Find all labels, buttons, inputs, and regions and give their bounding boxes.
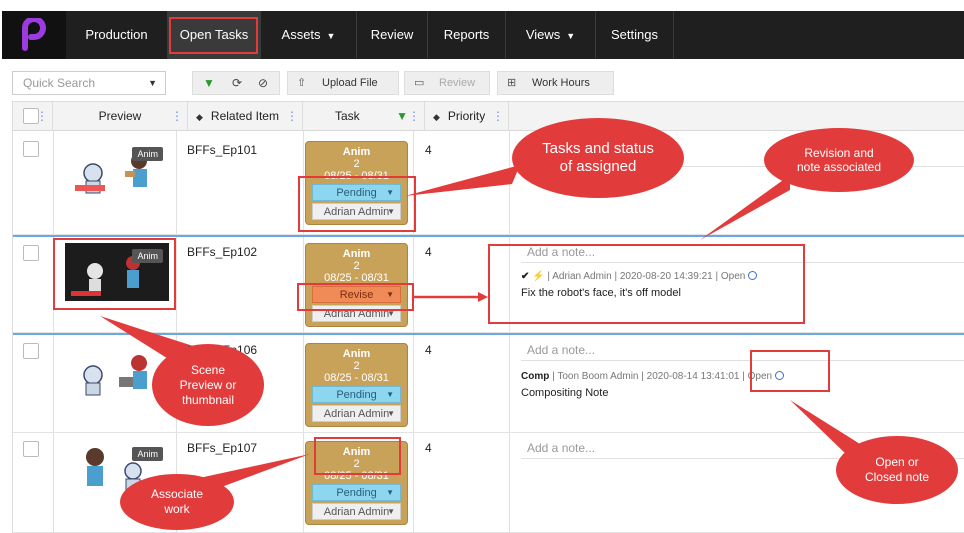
arrow-tasks [405, 165, 520, 196]
callout-scene-preview: Scene Preview or thumbnail [152, 344, 264, 426]
callout-revision-note-text: Revision and note associated [796, 146, 882, 174]
annotation-box-thumbnail [53, 238, 176, 310]
arrow-revision [700, 175, 790, 240]
annotation-box-associate [314, 437, 401, 475]
callout-tasks-status: Tasks and status of assigned [512, 118, 684, 198]
callout-tasks-status-text: Tasks and status of assigned [542, 140, 654, 175]
annotation-box-revise [297, 283, 414, 311]
callout-associate-work: Associate work [120, 474, 234, 530]
annotation-box-open [750, 350, 830, 392]
callout-associate-work-text: Associate work [150, 487, 204, 516]
annotation-box-note [488, 244, 805, 324]
callout-open-closed-text: Open or Closed note [864, 455, 930, 484]
arrow-head [478, 292, 488, 302]
callout-revision-note: Revision and note associated [764, 128, 914, 192]
callout-open-closed: Open or Closed note [836, 436, 958, 504]
callout-scene-preview-text: Scene Preview or thumbnail [179, 362, 237, 407]
annotation-box-status [298, 176, 416, 232]
